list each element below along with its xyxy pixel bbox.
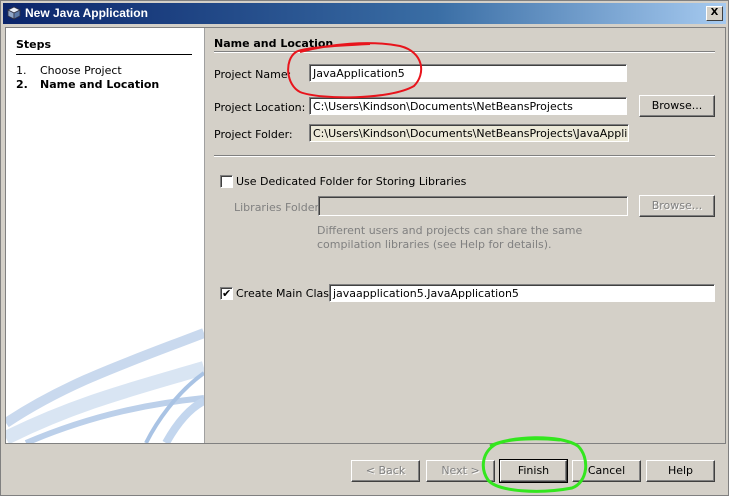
step-choose-project: 1. Choose Project <box>16 64 122 77</box>
name-location-panel: Name and Location Project Name: JavaAppl… <box>214 28 719 443</box>
dedicated-folder-label: Use Dedicated Folder for Storing Librari… <box>236 175 467 188</box>
back-button: < Back <box>351 460 420 482</box>
project-name-input[interactable]: JavaApplication5 <box>309 64 627 82</box>
section-title: Name and Location <box>214 37 334 50</box>
step-name-and-location: 2. Name and Location <box>16 78 159 91</box>
help-button[interactable]: Help <box>646 460 715 482</box>
libraries-hint-text: Different users and projects can share t… <box>317 224 583 251</box>
create-main-class-label: Create Main Class <box>236 287 335 300</box>
section-divider <box>214 155 715 157</box>
step-label: Choose Project <box>40 64 122 77</box>
steps-heading: Steps <box>16 38 192 55</box>
window-title: New Java Application <box>25 6 148 20</box>
step-label: Name and Location <box>40 78 160 91</box>
finish-button[interactable]: Finish <box>499 459 568 483</box>
dedicated-folder-checkbox[interactable] <box>220 175 233 188</box>
next-button: Next > <box>426 460 495 482</box>
close-button[interactable]: X <box>706 6 723 21</box>
project-location-label: Project Location: <box>214 101 306 114</box>
checkmark-icon: ✔ <box>222 287 232 300</box>
java-cube-icon <box>7 6 21 20</box>
dialog-body: Steps 1. Choose Project 2. Name and Locati… <box>5 27 726 444</box>
cancel-button[interactable]: Cancel <box>572 460 641 482</box>
main-class-input[interactable]: javaapplication5.JavaApplication5 <box>329 284 715 302</box>
steps-panel: Steps 1. Choose Project 2. Name and Locati… <box>6 28 205 443</box>
project-folder-field: C:\Users\Kindson\Documents\NetBeansProje… <box>309 124 629 142</box>
wizard-watermark-graphic <box>6 328 204 443</box>
project-name-label: Project Name: <box>214 68 292 81</box>
step-number: 2. <box>16 78 28 91</box>
title-bar[interactable]: New Java Application X <box>3 3 726 24</box>
title-divider <box>214 51 715 53</box>
project-location-input[interactable]: C:\Users\Kindson\Documents\NetBeansProje… <box>309 97 627 115</box>
location-browse-button[interactable]: Browse... <box>639 95 715 117</box>
create-main-class-checkbox[interactable]: ✔ <box>220 287 233 300</box>
close-icon: X <box>710 7 719 18</box>
project-folder-label: Project Folder: <box>214 128 293 141</box>
libraries-folder-label: Libraries Folder: <box>234 201 323 214</box>
step-number: 1. <box>16 64 27 77</box>
libraries-browse-button: Browse... <box>639 195 715 217</box>
dialog-window: New Java Application X Steps 1. Choose Pr… <box>0 0 729 496</box>
libraries-folder-input <box>318 196 628 216</box>
